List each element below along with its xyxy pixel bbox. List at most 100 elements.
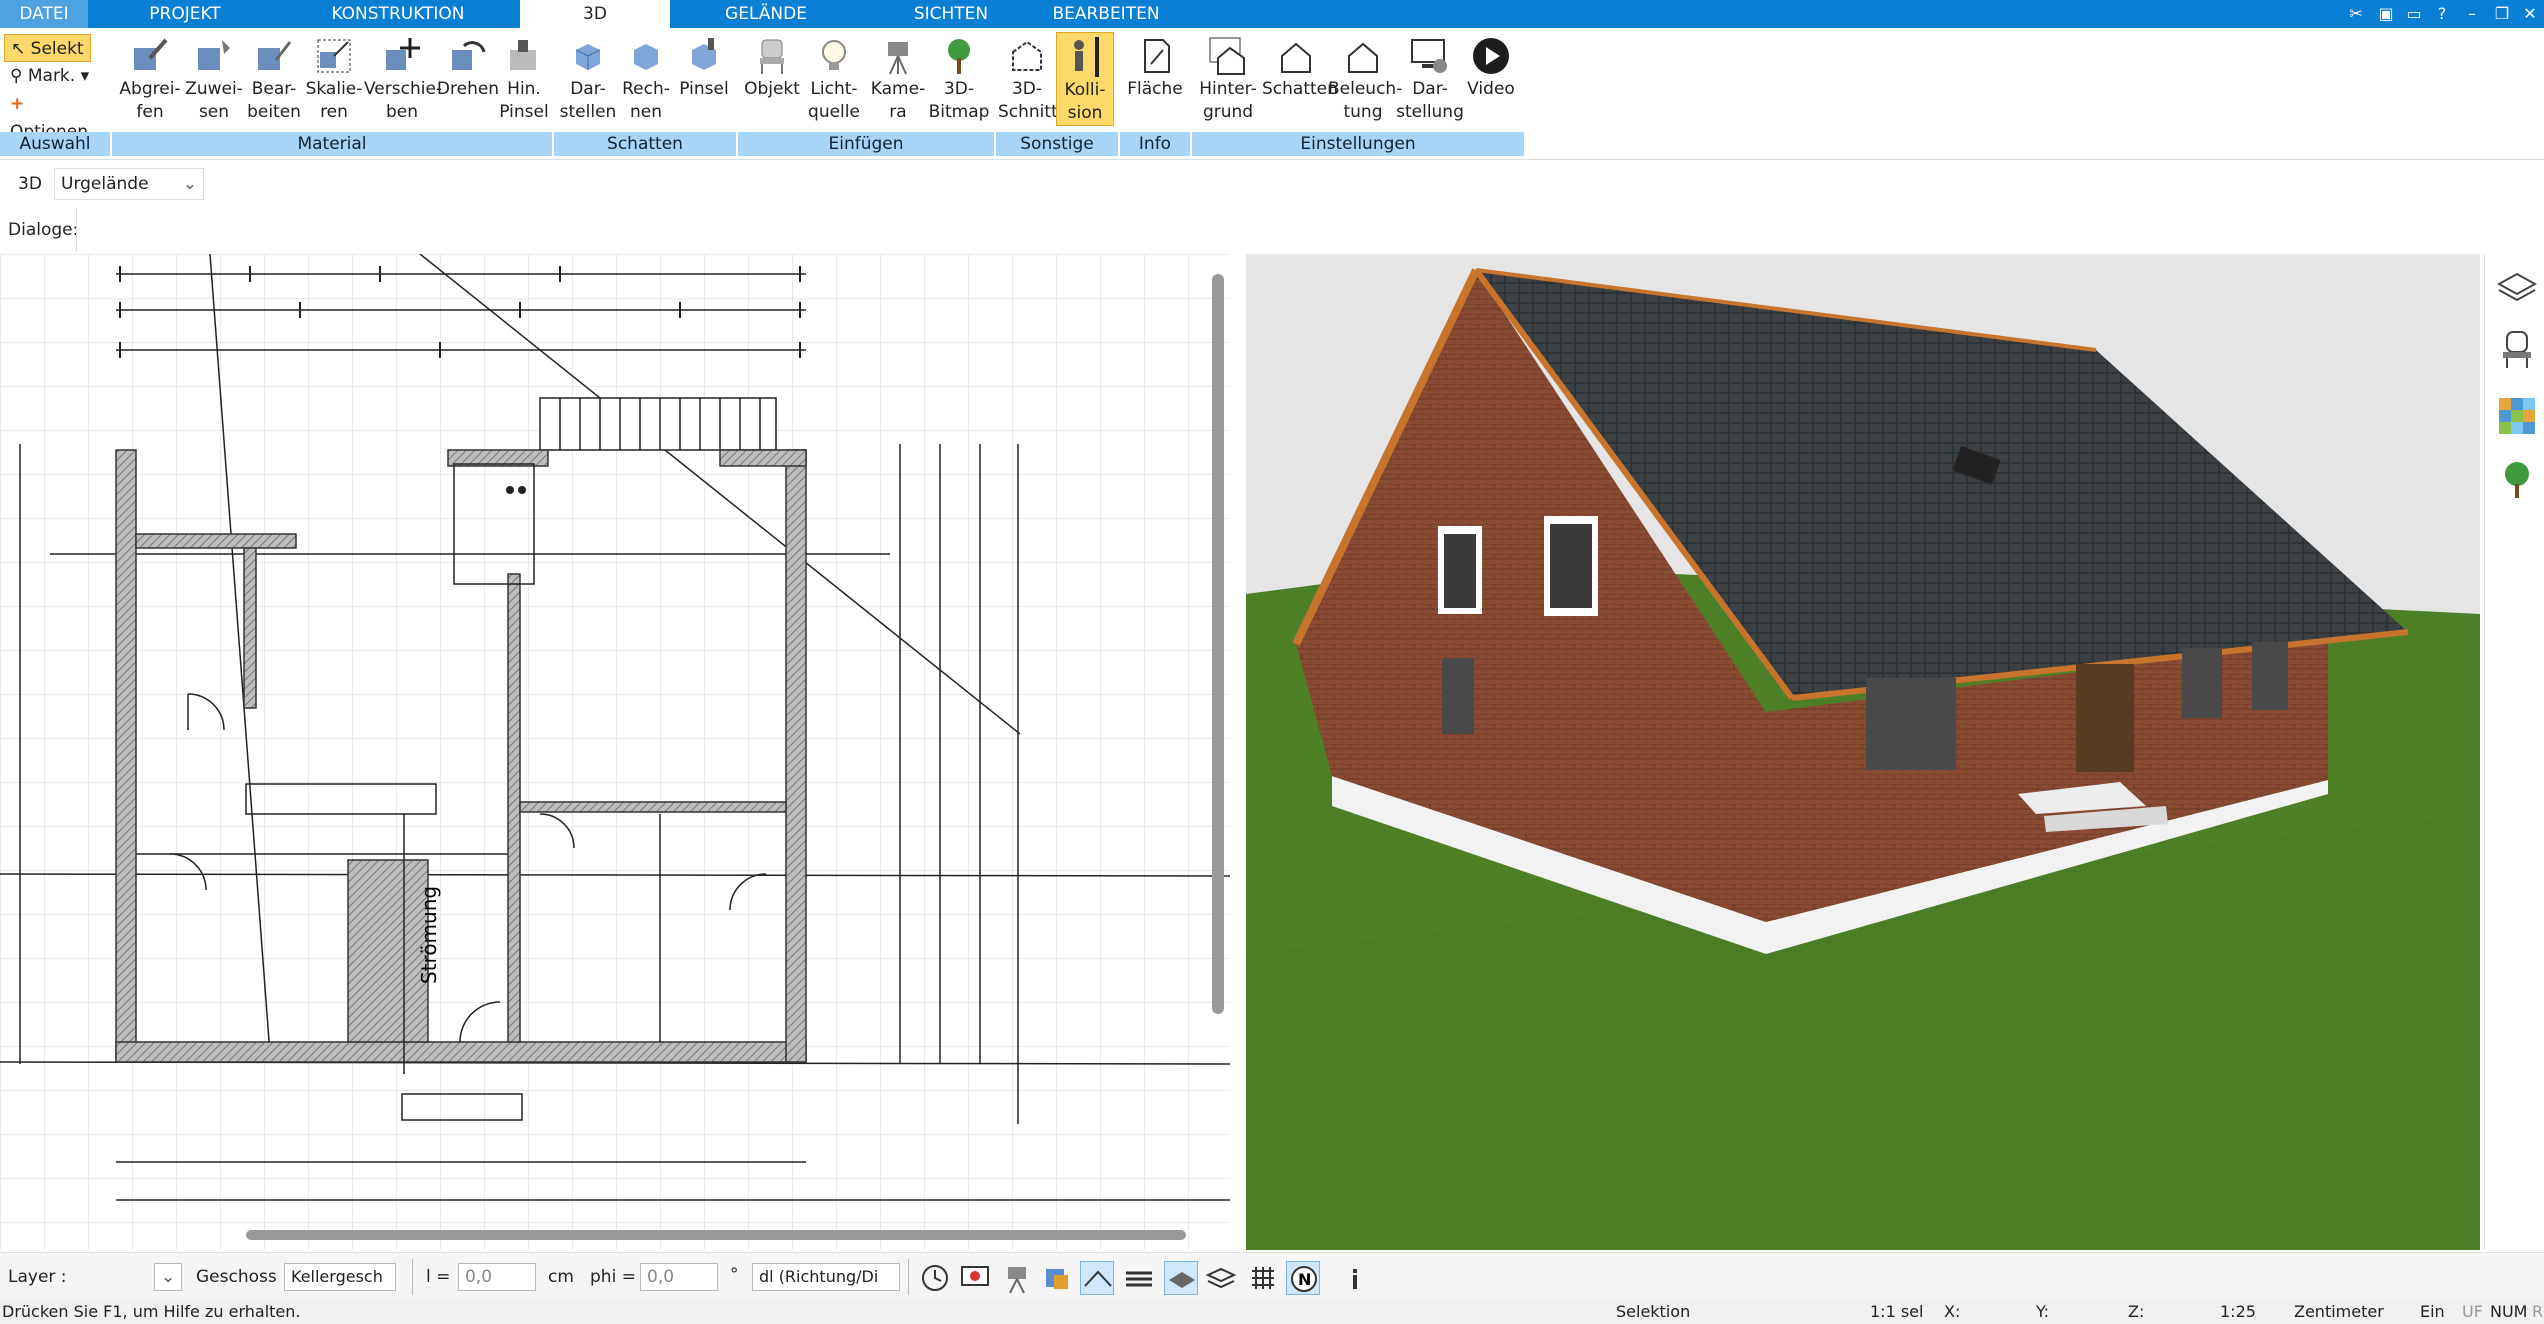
restore-icon[interactable]: ❐: [2490, 2, 2514, 26]
pin-icon[interactable]: ▣: [2374, 2, 2398, 26]
clock-icon[interactable]: [918, 1261, 952, 1295]
kamera-label: Kame- ra: [870, 79, 926, 122]
person-collision-icon: [1065, 37, 1105, 77]
chair-catalog-icon[interactable]: [2497, 330, 2537, 370]
l-label: l =: [426, 1267, 451, 1287]
abgreifen-button[interactable]: Abgrei- fen: [118, 32, 182, 124]
info-toggle-icon[interactable]: [1338, 1261, 1372, 1295]
floor-plan-view[interactable]: Strömung: [0, 254, 1230, 1250]
terrain-select[interactable]: Urgelände ⌄: [54, 168, 204, 200]
beleuchtung-button[interactable]: Beleuch- tung: [1328, 32, 1402, 124]
schnitt-button[interactable]: 3D- Schnitt: [998, 32, 1058, 124]
mark-label: Mark.: [27, 66, 76, 86]
3d-view[interactable]: [1246, 254, 2480, 1250]
hintergrund-button[interactable]: Hinter- grund: [1194, 32, 1262, 124]
area-icon: [1135, 36, 1175, 76]
kamera-button[interactable]: Kame- ra: [868, 32, 928, 124]
ribbon: ↖ Selekt ⚲ Mark. ▾ + Optionen Auswahl Ab…: [0, 28, 2544, 160]
objekt-button[interactable]: Objekt: [742, 32, 802, 101]
tab-gelaende[interactable]: GELÄNDE: [706, 0, 826, 28]
grid-icon[interactable]: [1246, 1261, 1280, 1295]
close-icon[interactable]: ✕: [2518, 2, 2542, 26]
darstellen-label: Dar- stellen: [559, 79, 617, 122]
right-sidebar: [2484, 254, 2544, 1250]
group-schatten: Dar- stellen Rech- nen Pinsel Schatten: [554, 28, 736, 160]
pinsel-label: Pinsel: [679, 79, 729, 99]
help-icon[interactable]: ?: [2430, 2, 2454, 26]
video-button[interactable]: Video: [1462, 32, 1520, 101]
plan-room-label: Strömung: [417, 886, 441, 984]
minimize-icon[interactable]: –: [2460, 2, 2484, 26]
group-material: Abgrei- fen Zuwei- sen Bear- beiten Skal…: [112, 28, 552, 160]
layers-toggle-icon[interactable]: [1204, 1261, 1238, 1295]
bitmap-label: 3D- Bitmap: [928, 79, 990, 122]
bearbeiten-button[interactable]: Bear- beiten: [242, 32, 306, 124]
zuweisen-label: Zuwei- sen: [185, 79, 243, 122]
rechnen-label: Rech- nen: [622, 79, 670, 122]
plant-catalog-icon[interactable]: [2497, 460, 2537, 500]
plan-horizontal-scrollbar[interactable]: [246, 1230, 1186, 1240]
bearbeiten-label: Bear- beiten: [247, 79, 301, 122]
wall-view-icon[interactable]: [1122, 1261, 1156, 1295]
verschieben-label: Verschie- ben: [364, 79, 443, 122]
einst-schatten-button[interactable]: Schatten: [1262, 32, 1338, 101]
geschoss-select[interactable]: Kellergesch: [284, 1263, 396, 1291]
phi-input[interactable]: 0,0: [640, 1263, 718, 1291]
plane-view-icon[interactable]: [1164, 1261, 1198, 1295]
tab-datei[interactable]: DATEI: [0, 0, 88, 28]
phi-value: 0,0: [647, 1267, 675, 1287]
l-unit: cm: [548, 1267, 574, 1287]
north-icon[interactable]: N: [1286, 1261, 1320, 1295]
darstellung-button[interactable]: Dar- stellung: [1396, 32, 1464, 124]
einst-schatten-label: Schatten: [1262, 79, 1338, 99]
camera-toggle-icon[interactable]: [1000, 1261, 1034, 1295]
hinpinsel-button[interactable]: Hin. Pinsel: [496, 32, 552, 124]
house-light-icon: [1343, 36, 1383, 76]
pinsel-button[interactable]: Pinsel: [676, 32, 732, 101]
plan-vertical-scrollbar[interactable]: [1212, 274, 1224, 1014]
group-sonstige: 3D- Schnitt Kolli- sion Sonstige: [996, 28, 1118, 160]
tab-projekt[interactable]: PROJEKT: [120, 0, 250, 28]
roof-view-icon[interactable]: [1080, 1261, 1114, 1295]
skalieren-button[interactable]: Skalie- ren: [302, 32, 366, 124]
tab-konstruktion[interactable]: KONSTRUKTION: [318, 0, 478, 28]
layers-icon[interactable]: [2496, 266, 2538, 306]
verschieben-button[interactable]: Verschie- ben: [364, 32, 443, 124]
status-unit: Zentimeter: [2294, 1302, 2384, 1321]
status-scale: 1:25: [2220, 1302, 2256, 1321]
tab-sichten[interactable]: SICHTEN: [896, 0, 1006, 28]
tab-bearbeiten[interactable]: BEARBEITEN: [1046, 0, 1166, 28]
chevron-down-icon: ⌄: [182, 174, 197, 194]
rotate-icon: [448, 36, 488, 76]
geschoss-value: Kellergesch: [291, 1267, 383, 1286]
drehen-button[interactable]: Drehen: [436, 32, 500, 101]
direction-value: dl (Richtung/Di: [759, 1267, 879, 1286]
tab-3d[interactable]: 3D: [520, 0, 670, 30]
app-window: DATEI PROJEKT KONSTRUKTION 3D GELÄNDE SI…: [0, 0, 2544, 1324]
kollision-button[interactable]: Kolli- sion: [1056, 32, 1114, 126]
flaeche-button[interactable]: Fläche: [1124, 32, 1186, 101]
direction-select[interactable]: dl (Richtung/Di: [752, 1263, 900, 1291]
selekt-button[interactable]: ↖ Selekt: [4, 34, 91, 62]
mark-button[interactable]: ⚲ Mark. ▾: [4, 62, 95, 90]
window-icon[interactable]: ▭: [2402, 2, 2426, 26]
optionen-button[interactable]: + Optionen: [4, 90, 110, 142]
bitmap-button[interactable]: 3D- Bitmap: [928, 32, 990, 124]
material-catalog-icon[interactable]: [2497, 396, 2537, 436]
zuweisen-button[interactable]: Zuwei- sen: [182, 32, 246, 124]
monitor-icon[interactable]: [958, 1261, 992, 1295]
paint-cube-icon: [684, 36, 724, 76]
lichtquelle-button[interactable]: Licht- quelle: [802, 32, 866, 124]
darstellen-button[interactable]: Dar- stellen: [558, 32, 618, 124]
layer-label: Layer :: [8, 1267, 67, 1287]
chair-icon: [752, 36, 792, 76]
rechnen-button[interactable]: Rech- nen: [616, 32, 676, 124]
layer-dropdown[interactable]: ⌄: [154, 1263, 182, 1291]
cube-color-icon[interactable]: [1040, 1261, 1074, 1295]
tools-icon[interactable]: ✂: [2344, 2, 2368, 26]
abgreifen-label: Abgrei- fen: [119, 79, 181, 122]
l-input[interactable]: 0,0: [458, 1263, 536, 1291]
section-icon: [1007, 36, 1047, 76]
house-shadow-icon: [1276, 36, 1316, 76]
status-mode: Selektion: [1616, 1302, 1691, 1321]
